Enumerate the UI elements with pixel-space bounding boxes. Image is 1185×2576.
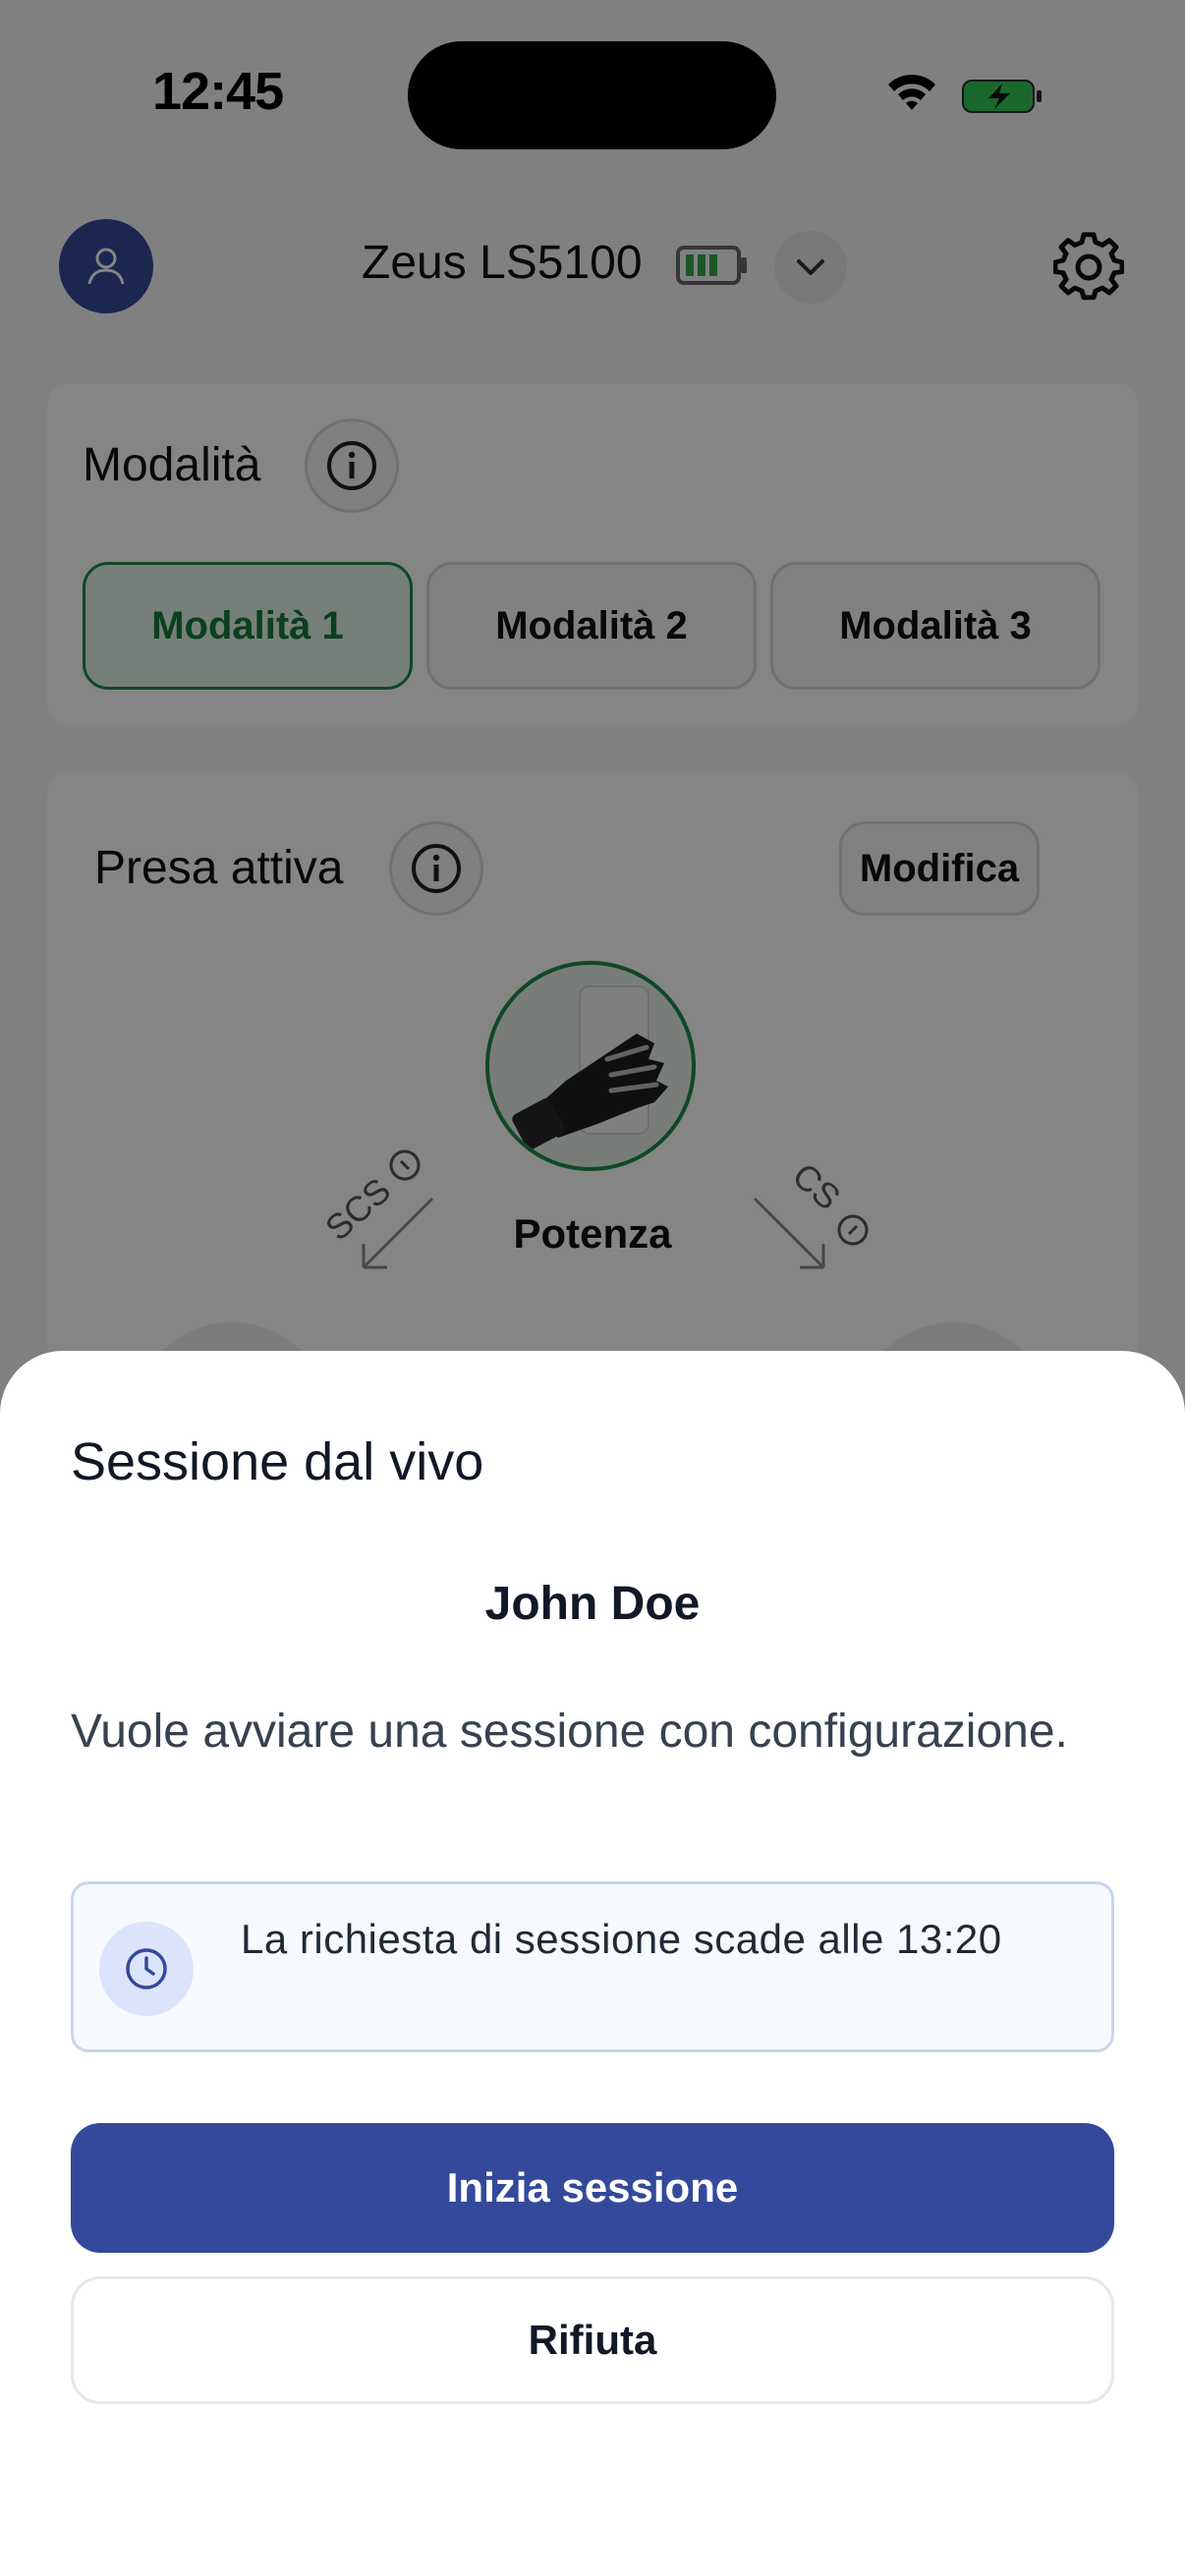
start-session-button[interactable]: Inizia sessione bbox=[71, 2123, 1114, 2253]
expiry-notice: La richiesta di sessione scade alle 13:2… bbox=[71, 1881, 1114, 2052]
request-description: Vuole avviare una sessione con configura… bbox=[71, 1706, 1068, 1758]
decline-button[interactable]: Rifiuta bbox=[71, 2276, 1114, 2404]
expiry-text: La richiesta di sessione scade alle 13:2… bbox=[241, 1916, 1002, 1962]
clock-icon bbox=[126, 1948, 167, 1989]
requester-name: John Doe bbox=[484, 1578, 701, 1630]
clock-icon-wrap bbox=[99, 1922, 194, 2016]
live-session-sheet: Sessione dal vivo John Doe Vuole avviare… bbox=[0, 1351, 1185, 2576]
sheet-title: Sessione dal vivo bbox=[71, 1432, 484, 1491]
